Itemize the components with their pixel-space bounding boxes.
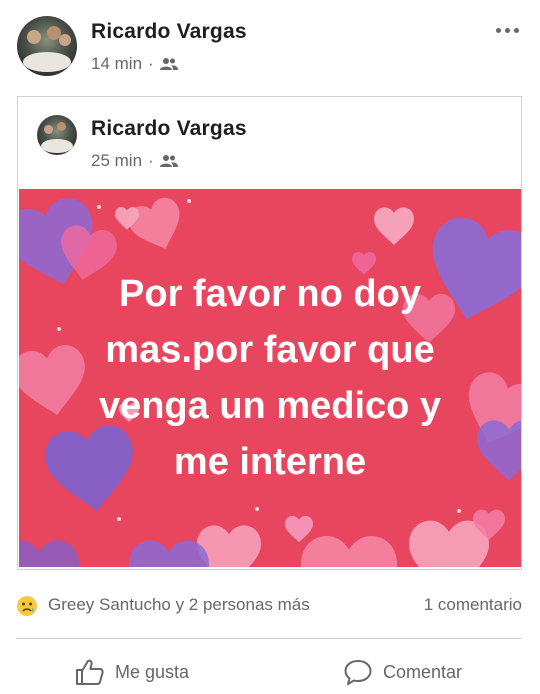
shared-author-name[interactable]: Ricardo Vargas [91, 117, 247, 141]
meta-separator: · [148, 54, 154, 73]
friends-icon [159, 58, 178, 70]
post-time[interactable]: 14 min [91, 54, 142, 74]
reactions-summary[interactable]: Greey Santucho y 2 personas más [48, 595, 310, 615]
reactions-bar: Greey Santucho y 2 personas más 1 coment… [16, 592, 522, 620]
post-meta: 14 min · [91, 54, 178, 74]
like-label: Me gusta [115, 661, 190, 682]
like-button[interactable]: Me gusta [75, 655, 189, 689]
friends-icon [159, 155, 178, 167]
shared-post[interactable]: Ricardo Vargas 25 min · Por favor no doy… [17, 96, 522, 570]
author-name[interactable]: Ricardo Vargas [91, 20, 247, 44]
comment-label: Comentar [383, 661, 463, 682]
comments-count[interactable]: 1 comentario [424, 595, 522, 615]
comment-button[interactable]: Comentar [343, 655, 462, 689]
shared-post-time[interactable]: 25 min [91, 151, 142, 171]
meta-separator: · [148, 151, 154, 170]
shared-post-meta: 25 min · [91, 151, 178, 171]
author-avatar[interactable] [17, 16, 77, 76]
status-background-card[interactable]: Por favor no doy mas.por favor que venga… [19, 189, 521, 567]
divider [16, 638, 522, 639]
comment-icon [344, 660, 372, 685]
more-options-icon[interactable] [492, 20, 522, 40]
sad-reaction-icon[interactable] [16, 595, 38, 617]
status-text: Por favor no doy mas.por favor que venga… [98, 273, 442, 483]
shared-author-avatar[interactable] [37, 115, 77, 155]
post-header: Ricardo Vargas 14 min · [0, 0, 540, 92]
thumbs-up-icon [76, 659, 104, 685]
